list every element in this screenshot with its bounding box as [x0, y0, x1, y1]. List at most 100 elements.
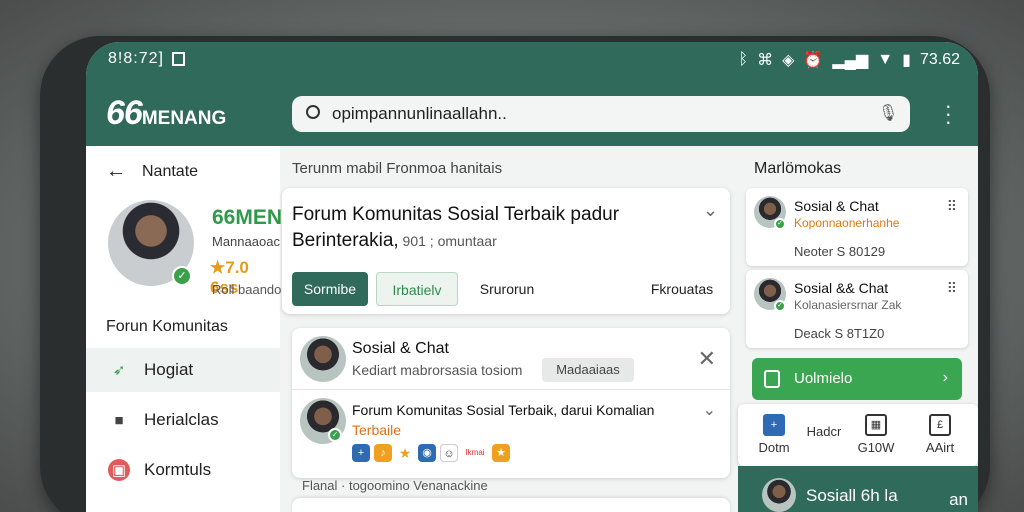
- chevron-right-icon: ›: [942, 369, 948, 386]
- reaction-icon[interactable]: ★: [492, 444, 510, 462]
- verified-badge-icon: ✓: [328, 428, 342, 442]
- sidebar-item-kormtuls[interactable]: ▣ Kormtuls: [86, 448, 280, 492]
- kebab-icon[interactable]: · · ·: [945, 95, 952, 133]
- group-count: Deack S 8T1Z0: [794, 326, 885, 341]
- list-item-name: Sosial & Chat: [352, 340, 449, 357]
- chevron-down-icon[interactable]: ⌄: [703, 200, 718, 221]
- group-name: Sosial & Chat: [794, 198, 879, 214]
- nav-item-g10w[interactable]: ▦ G10W: [846, 414, 906, 455]
- app-screen: 8!8:72] ᛒ ⌘ ◈ ⏰ ▂▄▆ ▼ ▮ 73.62 66MENANG o…: [86, 42, 978, 512]
- grid-dots-icon[interactable]: ⠿: [947, 198, 958, 215]
- status-right-time: 73.62: [919, 51, 960, 68]
- chat-preview-more: an: [949, 490, 968, 509]
- reaction-icon[interactable]: ☺: [440, 444, 458, 462]
- nav-item-hadcr[interactable]: Hadcr: [794, 424, 854, 439]
- nav-label: Hadcr: [806, 424, 842, 439]
- avatar[interactable]: [300, 336, 346, 382]
- bottom-nav: + Dotm Hadcr ▦ G10W £ AAirt: [738, 404, 978, 466]
- forum-card: Forum Komunitas Sosial Terbaik padur Ber…: [282, 188, 730, 314]
- forum-card-title: Forum Komunitas Sosial Terbaik padur Ber…: [292, 202, 692, 254]
- status-time: 8!8:72]: [108, 50, 164, 67]
- sidebar-item-label: Kormtuls: [144, 460, 212, 479]
- lock-icon: [764, 370, 780, 388]
- status-bar: 8!8:72] ᛒ ⌘ ◈ ⏰ ▂▄▆ ▼ ▮ 73.62: [86, 48, 978, 72]
- sidebar-item-herialclas[interactable]: ■ Herialclas: [86, 398, 280, 442]
- back-row[interactable]: ← Nantate: [106, 160, 198, 183]
- sidebar-item-label: Herialclas: [144, 410, 219, 429]
- back-arrow-icon[interactable]: ←: [106, 160, 126, 183]
- close-icon[interactable]: ✕: [698, 346, 716, 372]
- section-title: Forun Komunitas: [106, 318, 228, 335]
- app-logo[interactable]: 66MENANG: [106, 94, 226, 133]
- reaction-icon[interactable]: ♪: [374, 444, 392, 462]
- alarm-icon: ⏰: [803, 52, 824, 69]
- list-item[interactable]: Sosial & Chat Kediart mabrorsasia tosiom…: [292, 328, 730, 390]
- header-bar: 8!8:72] ᛒ ⌘ ◈ ⏰ ▂▄▆ ▼ ▮ 73.62 66MENANG o…: [86, 42, 978, 146]
- avatar[interactable]: [762, 478, 796, 512]
- secondary-button[interactable]: Irbatielv: [376, 272, 458, 306]
- signal-icon: ▂▄▆: [832, 52, 869, 69]
- nav-label: G10W: [857, 440, 895, 455]
- reaction-icon[interactable]: ★: [396, 444, 414, 462]
- tab-fkrouatas[interactable]: Fkrouatas: [642, 272, 722, 306]
- leaf-icon: ➶: [112, 362, 126, 379]
- card-title-meta: 901 ; omuntaar: [398, 233, 497, 249]
- wifi-icon: ▼: [877, 51, 894, 68]
- doc-icon: £: [929, 414, 951, 436]
- status-icons: ᛒ ⌘ ◈ ⏰ ▂▄▆ ▼ ▮ 73.62: [739, 50, 961, 70]
- back-label: Nantate: [142, 162, 199, 180]
- nav-item-aairt[interactable]: £ AAirt: [910, 414, 970, 455]
- search-input[interactable]: opimpannunlinaallahn..: [332, 104, 507, 124]
- search-bar[interactable]: opimpannunlinaallahn.. 🎙: [292, 96, 910, 132]
- tag-pill[interactable]: Madaaiaas: [542, 358, 634, 382]
- mic-icon[interactable]: 🎙: [878, 103, 898, 123]
- unlock-button[interactable]: Uolmielo ›: [752, 358, 962, 400]
- group-desc: Kolanasiersrnar Zak: [794, 298, 902, 312]
- post-list: Sosial & Chat Kediart mabrorsasia tosiom…: [292, 328, 730, 478]
- verified-badge-icon: ✓: [774, 218, 786, 230]
- badge-icon: ▣: [108, 459, 130, 481]
- unlock-button-label: Uolmielo: [794, 370, 853, 387]
- nfc-icon: ⌘: [757, 52, 774, 69]
- profile-meta: Roll baandor: [212, 282, 286, 297]
- reaction-icon[interactable]: Ikmai: [462, 444, 488, 462]
- reaction-row: + ♪ ★ ◉ ☺ Ikmai ★: [352, 444, 510, 462]
- search-icon: [306, 105, 320, 119]
- chevron-down-icon[interactable]: ⌄: [703, 400, 716, 420]
- sidebar-item-label: Hogiat: [144, 360, 194, 379]
- reaction-icon[interactable]: +: [352, 444, 370, 462]
- next-card-peek[interactable]: [292, 498, 730, 512]
- logo-number: 66: [106, 94, 143, 132]
- notification-icon: [172, 52, 185, 66]
- plus-icon: +: [763, 414, 785, 436]
- group-card[interactable]: ✓ Sosial && Chat Kolanasiersrnar Zak Dea…: [746, 270, 968, 348]
- bluetooth-icon: ᛒ: [738, 51, 749, 68]
- sidebar-item-hogiat[interactable]: ➶ Hogiat: [86, 348, 280, 392]
- post-tag: Terbaile: [352, 422, 402, 438]
- reaction-icon[interactable]: ◉: [418, 444, 436, 462]
- nav-label: AAirt: [925, 440, 955, 455]
- right-heading: Marlömokas: [754, 160, 842, 177]
- main-heading: Terunm mabil Fronmoa hanitais: [292, 160, 503, 177]
- list-item-desc: Kediart mabrorsasia tosiom: [352, 362, 523, 378]
- tab-srurorun[interactable]: Srurorun: [472, 272, 542, 306]
- left-panel: ← Nantate ✓ 66MEN Mannaaoac ★7.0 6ss Rol…: [86, 146, 286, 512]
- briefcase-icon: ■: [114, 411, 124, 429]
- nav-label: Dotm: [758, 440, 790, 455]
- grid-dots-icon[interactable]: ⠿: [947, 280, 958, 297]
- group-desc: Koponnaonerhanhe: [794, 216, 900, 230]
- battery-icon: ▮: [902, 52, 911, 69]
- group-card[interactable]: ✓ Sosial & Chat Koponnaonerhanhe Neoter …: [746, 188, 968, 266]
- profile-brand: 66MEN: [212, 206, 283, 229]
- group-count: Neoter S 80129: [794, 244, 886, 259]
- verified-badge-icon: ✓: [774, 300, 786, 312]
- card-title-line1: Forum Komunitas Sosial Terbaik padur: [292, 204, 620, 225]
- post-title[interactable]: Forum Komunitas Sosial Terbaik, darui Ko…: [352, 402, 654, 418]
- primary-button[interactable]: Sormibe: [292, 272, 368, 306]
- logo-text: MENANG: [141, 108, 227, 129]
- chat-preview[interactable]: Sosiall 6h la an: [738, 466, 978, 512]
- group-name: Sosial && Chat: [794, 280, 889, 296]
- location-icon: ◈: [782, 52, 795, 69]
- verified-badge-icon: ✓: [172, 266, 192, 286]
- profile-subtitle: Mannaaoac: [212, 234, 280, 249]
